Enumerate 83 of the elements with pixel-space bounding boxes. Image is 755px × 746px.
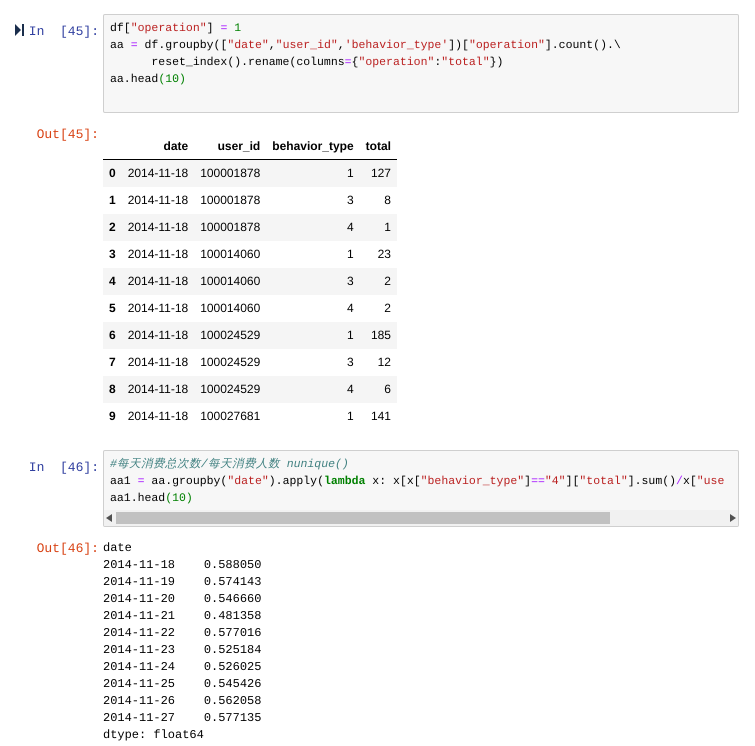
row-index: 1 [109, 193, 116, 207]
table-cell: 2014-11-18 [128, 301, 188, 315]
table-cell: 4 [346, 220, 354, 234]
row-index: 9 [109, 409, 116, 423]
output-line: 2014-11-27 0.577135 [103, 710, 262, 726]
table-cell: 100024529 [200, 382, 260, 396]
column-header: behavior_type [272, 139, 354, 153]
row-index: 2 [109, 220, 116, 234]
scrollbar-thumb[interactable] [116, 512, 610, 524]
code-editor[interactable]: #每天消费总次数/每天消费人数 nunique() aa1 = aa.groupby("date").apply(lambda x: x[x["behavior_type"]=="4"]["total"].sum()/x["use aa1.head(10) [103, 450, 739, 526]
column-header: total [366, 139, 391, 153]
table-cell: 185 [370, 328, 391, 342]
table-cell: 2 [384, 301, 391, 315]
table-cell: 6 [384, 382, 391, 396]
table-cell: 3 [346, 274, 354, 288]
table-cell: 100024529 [200, 355, 260, 369]
table-cell: 2014-11-18 [128, 382, 188, 396]
code-line: reset_index().rename(columns={"operation":"total"}) [150, 55, 504, 71]
table-cell: 2014-11-18 [128, 247, 188, 261]
code-line: aa = df.groupby(["date","user_id",'behavior_type'])["operation"].count().\ [110, 38, 621, 54]
row-index: 3 [109, 247, 116, 261]
table-cell: 2 [384, 274, 391, 288]
table-cell: 100001878 [200, 220, 260, 234]
table-cell: 1 [346, 409, 354, 423]
table-cell: 3 [346, 355, 354, 369]
table-cell: 141 [370, 409, 391, 423]
column-header: user_id [218, 139, 260, 153]
code-line: aa.head(10) [110, 72, 186, 88]
code-line: df["operation"] = 1 [110, 21, 242, 37]
table-cell: 12 [378, 355, 391, 369]
table-cell: 100024529 [200, 328, 260, 342]
table-cell: 1 [346, 328, 354, 342]
output-line: 2014-11-18 0.588050 [103, 556, 262, 574]
row-index: 4 [109, 274, 116, 288]
table-cell: 2014-11-18 [128, 166, 188, 180]
table-cell: 100001878 [200, 166, 260, 180]
code-line: #每天消费总次数/每天消费人数 nunique() [110, 456, 349, 472]
table-cell: 100014060 [200, 301, 260, 315]
table-cell: 100014060 [200, 274, 260, 288]
output-line: date [103, 540, 133, 556]
row-index: 6 [109, 328, 116, 342]
table-cell: 100001878 [200, 193, 260, 207]
table-cell: 4 [346, 382, 354, 396]
output-prompt: Out[46]: [36, 540, 99, 558]
row-index: 0 [109, 166, 116, 180]
output-line: 2014-11-25 0.545426 [103, 676, 262, 692]
output-line: 2014-11-21 0.481358 [103, 608, 262, 624]
table-cell: 4 [346, 301, 354, 315]
table-cell: 23 [378, 247, 391, 261]
table-cell: 127 [370, 166, 391, 180]
row-index: 7 [109, 355, 116, 369]
output-line: dtype: float64 [103, 726, 205, 744]
output-line: 2014-11-22 0.577016 [103, 624, 262, 642]
table-cell: 3 [346, 193, 354, 207]
code-editor[interactable]: df["operation"] = 1 aa = df.groupby(["date","user_id",'behavior_type'])["operation"].count().\ reset_index().rename(columns={"operation":"total"}) aa.head(10) [103, 14, 739, 113]
input-prompt: In [45]: [28, 23, 99, 41]
output-line: 2014-11-23 0.525184 [103, 642, 262, 658]
row-index: 5 [109, 301, 116, 315]
output-line: 2014-11-19 0.574143 [103, 574, 262, 590]
table-cell: 1 [346, 166, 354, 180]
row-index: 8 [109, 382, 116, 396]
column-header: date [164, 139, 188, 153]
output-prompt: Out[45]: [36, 126, 99, 144]
output-line: 2014-11-24 0.526025 [103, 658, 262, 676]
output-line: 2014-11-26 0.562058 [103, 692, 262, 710]
table-cell: 2014-11-18 [128, 409, 188, 423]
table-cell: 2014-11-18 [128, 355, 188, 369]
table-cell: 100014060 [200, 247, 260, 261]
scroll-right-icon[interactable] [730, 514, 736, 522]
input-prompt: In [46]: [28, 458, 99, 476]
table-cell: 1 [384, 220, 391, 234]
table-cell: 100027681 [200, 409, 260, 423]
table-cell: 2014-11-18 [128, 274, 188, 288]
horizontal-scrollbar[interactable] [104, 510, 738, 526]
table-cell: 1 [346, 247, 354, 261]
code-line: aa1 = aa.groupby("date").apply(lambda x: x[x["behavior_type"]=="4"]["total"].sum()/x["use [110, 474, 724, 490]
table-cell: 2014-11-18 [128, 220, 188, 234]
output-line: 2014-11-20 0.546660 [103, 590, 262, 608]
scroll-left-icon[interactable] [106, 514, 112, 522]
table-cell: 2014-11-18 [128, 193, 188, 207]
code-line: aa1.head(10) [110, 490, 193, 506]
table-cell: 2014-11-18 [128, 328, 188, 342]
table-cell: 8 [384, 193, 391, 207]
